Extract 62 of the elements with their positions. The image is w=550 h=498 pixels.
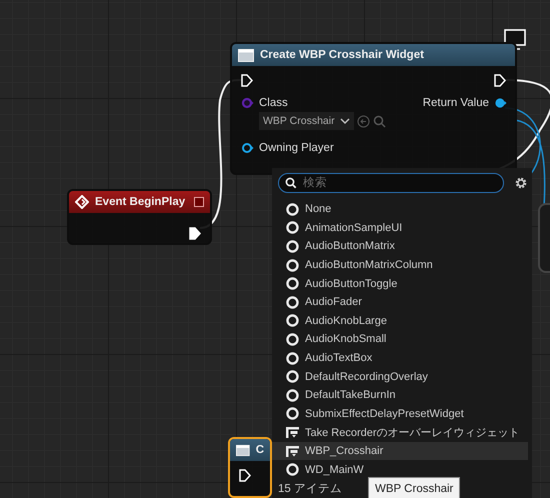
pin-icon[interactable] — [494, 97, 507, 109]
class-list-item[interactable]: WBP_Crosshair — [272, 442, 528, 460]
class-list-item[interactable]: AnimationSampleUI — [272, 218, 528, 238]
tooltip: WBP Crosshair — [368, 477, 460, 498]
class-list-item[interactable]: DefaultRecordingOverlay — [272, 367, 528, 386]
node-title: Event BeginPlay — [95, 196, 186, 208]
circle-icon — [286, 258, 299, 272]
exec-pin-icon[interactable] — [189, 227, 201, 240]
node-header[interactable]: Create WBP Crosshair Widget — [232, 44, 515, 66]
node-header[interactable]: Event BeginPlay — [69, 191, 210, 213]
class-list-item[interactable]: AudioFader — [272, 292, 528, 312]
use-selected-icon[interactable] — [356, 114, 370, 128]
pin-label: Class — [259, 97, 288, 109]
class-list-item[interactable]: DefaultTakeBurnIn — [272, 386, 528, 405]
chevron-icon — [340, 118, 350, 124]
class-list-item[interactable]: AudioKnobLarge — [272, 312, 528, 330]
circle-icon — [286, 277, 299, 290]
pin-label: Owning Player — [259, 142, 334, 154]
settings-icon[interactable] — [514, 176, 528, 190]
class-list-item[interactable]: WD_MainW — [272, 460, 528, 479]
circle-icon — [286, 352, 299, 365]
event-icon — [75, 195, 89, 209]
node-header[interactable]: C — [230, 439, 270, 461]
exec-pin-icon[interactable] — [494, 74, 506, 87]
class-list-item[interactable]: AudioButtonMatrixColumn — [272, 256, 528, 274]
circle-icon — [286, 407, 299, 420]
circle-icon — [286, 370, 299, 384]
class-list-item[interactable]: AudioButtonToggle — [272, 274, 528, 293]
class-list-item[interactable]: SubmixEffectDelayPresetWidget — [272, 404, 528, 424]
circle-icon — [286, 202, 299, 216]
search-icon — [285, 177, 297, 189]
class-dropdown[interactable]: WBP Crosshair — [259, 112, 354, 130]
node-card[interactable]: Event BeginPlay — [67, 189, 212, 245]
circle-icon — [286, 221, 299, 234]
class-list-item[interactable]: AudioKnobSmall — [272, 330, 528, 349]
widget-icon — [286, 426, 299, 439]
search-icon[interactable] — [372, 114, 386, 128]
node-title: Create WBP Crosshair Widget — [260, 49, 424, 61]
node-title: C — [256, 444, 264, 456]
class-list-item[interactable]: None — [272, 200, 528, 219]
circle-icon — [286, 314, 299, 328]
delegate-icon[interactable] — [194, 197, 204, 207]
circle-icon — [286, 463, 299, 476]
circle-icon — [286, 296, 299, 309]
monitor-icon — [503, 29, 527, 51]
node-card[interactable]: Create WBP Crosshair Widget Class WBP Crosshair Owning Player Return Value — [230, 42, 517, 175]
pin-icon[interactable] — [241, 142, 254, 154]
class-list-item[interactable]: AudioTextBox — [272, 348, 528, 368]
search-field[interactable]: 検索 — [278, 173, 504, 193]
circle-icon — [286, 388, 299, 402]
item-count: 15 アイテム — [278, 482, 342, 496]
exec-pin-icon[interactable] — [239, 469, 251, 482]
circle-icon — [286, 332, 299, 346]
class-list-item[interactable]: Take Recorderのオーバーレイウィジェット — [272, 423, 528, 442]
node-card[interactable]: C — [228, 437, 272, 498]
widget-icon — [286, 444, 299, 458]
function-icon — [238, 48, 254, 62]
circle-icon — [286, 240, 299, 253]
class-list-item[interactable]: AudioButtonMatrix — [272, 237, 528, 256]
function-icon — [236, 444, 250, 456]
exec-pin-icon[interactable] — [241, 74, 253, 87]
pin-label: Return Value — [422, 97, 489, 109]
